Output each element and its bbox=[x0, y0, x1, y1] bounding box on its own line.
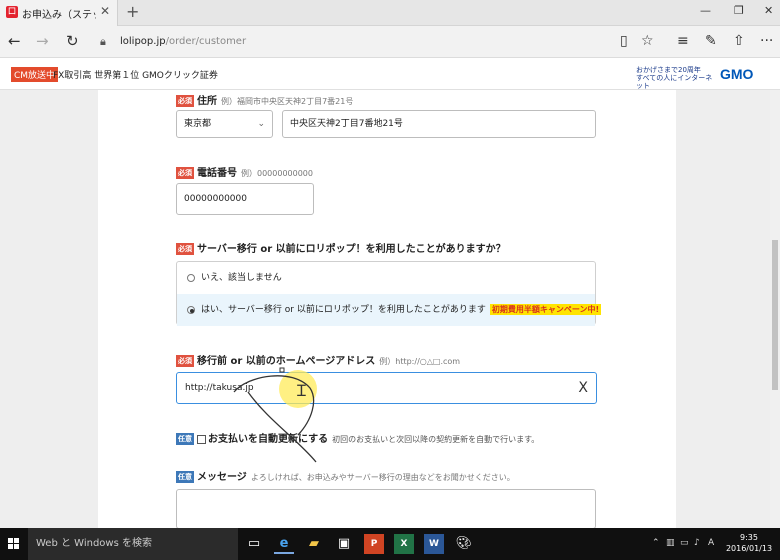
word-icon[interactable]: W bbox=[424, 534, 444, 554]
store-icon[interactable]: ▣ bbox=[334, 534, 354, 554]
taskbar: Web と Windows を検索 ▭ e ▰ ▣ P X W 🎨︎ ⌃ ▥ ▭… bbox=[0, 528, 780, 560]
reading-view-icon[interactable]: ▯ bbox=[620, 33, 628, 49]
ad-badge: CM放送中 bbox=[11, 67, 59, 82]
ad-banner[interactable]: CM放送中 FX取引高 世界第１位 GMOクリック証券 おかげさまで20周年 す… bbox=[0, 58, 780, 90]
paint-icon[interactable]: 🎨︎ bbox=[454, 534, 474, 554]
clock-date: 2016/01/13 bbox=[725, 544, 773, 553]
clock-time: 9:35 bbox=[740, 533, 758, 542]
order-form: 必須 住所 例）福岡市中央区天神2丁目7番21号 東京都 ⌄ 中央区天神2丁目7番地… bbox=[98, 90, 676, 528]
back-icon[interactable]: ← bbox=[8, 32, 21, 50]
scrollbar-thumb[interactable] bbox=[772, 240, 778, 390]
address-bar[interactable]: 🔒︎ lolipop.jp/order/customer bbox=[100, 32, 600, 52]
more-icon[interactable]: ··· bbox=[760, 33, 773, 49]
tray-up-icon[interactable]: ⌃ bbox=[652, 538, 660, 548]
web-note-icon[interactable]: ✎ bbox=[705, 33, 717, 49]
pen-ink-annotation bbox=[233, 367, 317, 463]
forward-icon[interactable]: → bbox=[36, 32, 49, 50]
browser-window: ロ お申込み（ステップ3）/ ✕ + — ❐ ✕ ← → ↻ 🔒︎ lolipo… bbox=[0, 0, 780, 560]
url-path: /order/customer bbox=[165, 36, 247, 47]
volume-icon[interactable]: ♪ bbox=[694, 538, 700, 548]
tab-strip: ロ お申込み（ステップ3）/ ✕ + — ❐ ✕ bbox=[0, 0, 780, 26]
url-host: lolipop.jp bbox=[120, 36, 166, 47]
close-window-icon[interactable]: ✕ bbox=[764, 4, 773, 17]
lock-icon: 🔒︎ bbox=[100, 35, 106, 48]
search-placeholder: Web と Windows を検索 bbox=[36, 538, 152, 549]
lolipop-favicon-icon: ロ bbox=[6, 6, 18, 18]
windows-logo-icon bbox=[8, 538, 19, 549]
network-icon[interactable]: ▥ bbox=[666, 538, 675, 548]
favorite-star-icon[interactable]: ☆ bbox=[641, 33, 654, 49]
file-explorer-icon[interactable]: ▰ bbox=[304, 534, 324, 554]
browser-tab[interactable]: ロ お申込み（ステップ3）/ ✕ bbox=[0, 0, 118, 26]
navigation-bar: ← → ↻ 🔒︎ lolipop.jp/order/customer ▯ ☆ ≡… bbox=[0, 26, 780, 58]
refresh-icon[interactable]: ↻ bbox=[66, 32, 79, 50]
battery-icon[interactable]: ▭ bbox=[680, 538, 689, 548]
close-tab-icon[interactable]: ✕ bbox=[100, 4, 110, 18]
gmo-logo: GMO bbox=[720, 66, 754, 82]
tab-title: お申込み（ステップ3）/ bbox=[22, 10, 96, 21]
task-view-icon[interactable]: ▭ bbox=[244, 534, 264, 554]
start-button[interactable] bbox=[0, 528, 28, 560]
clock[interactable]: 9:35 2016/01/13 bbox=[722, 532, 776, 554]
share-icon[interactable]: ⇧ bbox=[733, 33, 745, 49]
edge-icon[interactable]: e bbox=[274, 534, 294, 554]
powerpoint-icon[interactable]: P bbox=[364, 534, 384, 554]
ime-indicator[interactable]: A bbox=[708, 538, 714, 548]
ad-text: FX取引高 世界第１位 GMOクリック証券 bbox=[53, 71, 218, 81]
taskbar-search[interactable]: Web と Windows を検索 bbox=[28, 528, 238, 560]
new-tab-button[interactable]: + bbox=[126, 2, 139, 21]
minimize-icon[interactable]: — bbox=[700, 4, 711, 17]
restore-icon[interactable]: ❐ bbox=[734, 4, 744, 17]
excel-icon[interactable]: X bbox=[394, 534, 414, 554]
hub-icon[interactable]: ≡ bbox=[677, 33, 689, 49]
ad-tagline-line2: すべての人にインターネット bbox=[636, 74, 713, 90]
page-content: 必須 住所 例）福岡市中央区天神2丁目7番21号 東京都 ⌄ 中央区天神2丁目7番地… bbox=[0, 90, 770, 528]
ad-tagline-line1: おかげさまで20周年 bbox=[636, 66, 701, 74]
ad-tagline: おかげさまで20周年 すべての人にインターネット bbox=[636, 66, 716, 90]
